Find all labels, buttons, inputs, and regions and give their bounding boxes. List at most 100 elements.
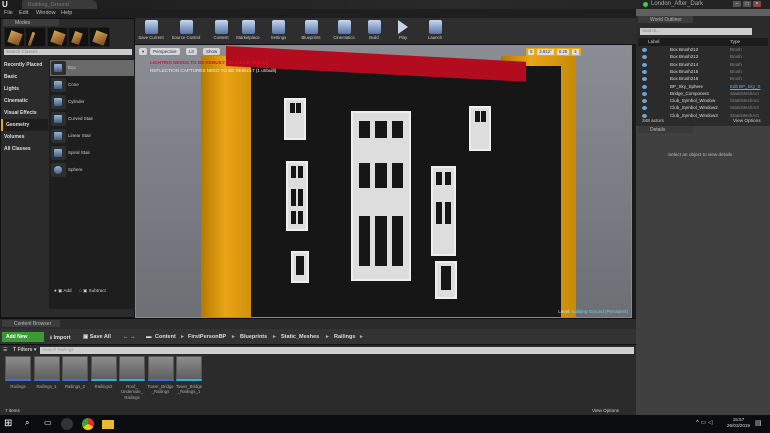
category-visual-effects[interactable]: Visual Effects — [1, 107, 48, 119]
visibility-eye-icon[interactable] — [642, 77, 647, 82]
foliage-mode-icon[interactable] — [68, 27, 89, 47]
asset-thumbnail[interactable] — [62, 356, 88, 381]
geometry-mode-icon[interactable] — [89, 27, 110, 47]
maximize-button[interactable]: □ — [743, 1, 751, 7]
outliner-row[interactable]: BP_Sky_Sphere Edit BP_Sky_S — [638, 84, 764, 91]
unreal-engine-taskbar-icon[interactable] — [61, 418, 73, 430]
outliner-row[interactable]: Box Brush212 Brush — [638, 47, 764, 54]
class-item-curved-stair[interactable]: Curved Stair — [50, 111, 134, 127]
details-tab[interactable]: Details — [638, 126, 693, 133]
settings-button[interactable]: Settings — [266, 19, 291, 43]
source-control-button[interactable]: Source Control — [168, 19, 204, 43]
cb-view-options-button[interactable]: View Options — [592, 408, 619, 413]
level-viewport[interactable]: ▾ Perspective Lit Show 5 2.812° 0.25 4 L… — [135, 45, 632, 318]
outliner-row[interactable]: Box Brush213 Brush — [638, 54, 764, 61]
outliner-row[interactable]: Club_Symbol_Window2 StaticMeshAct — [638, 105, 764, 112]
save-current-button[interactable]: Save Current — [136, 19, 166, 43]
show-button[interactable]: Show — [203, 48, 221, 55]
world-outliner-tab[interactable]: World Outliner — [638, 16, 693, 23]
file-explorer-icon[interactable] — [102, 420, 114, 429]
menu-window[interactable]: Window — [36, 10, 56, 16]
scale-snap-value[interactable]: 0.25 — [556, 49, 570, 55]
marketplace-button[interactable]: Marketplace — [233, 19, 263, 43]
outliner-row[interactable]: Club_Symbol_Window StaticMeshAct — [638, 98, 764, 105]
class-item-linear-stair[interactable]: Linear Stair — [50, 128, 134, 144]
visibility-eye-icon[interactable] — [642, 99, 647, 104]
viewport-options-button[interactable]: ▾ — [139, 48, 148, 55]
perspective-button[interactable]: Perspective — [150, 48, 180, 55]
landscape-mode-icon[interactable] — [47, 27, 68, 47]
category-geometry[interactable]: Geometry — [1, 119, 48, 131]
import-button[interactable]: ⭳ Import — [50, 334, 71, 343]
col-label[interactable]: Label — [648, 39, 659, 44]
filters-button[interactable]: T Filters ▾ — [13, 347, 36, 353]
category-basic[interactable]: Basic — [1, 71, 48, 83]
add-radio[interactable]: ● ▣ Add — [54, 288, 72, 294]
category-recently-placed[interactable]: Recently Placed — [1, 59, 48, 71]
content-button[interactable]: Content — [210, 19, 232, 43]
chrome-icon[interactable] — [82, 418, 94, 430]
asset-thumbnail[interactable] — [90, 356, 117, 381]
content-browser-tab[interactable]: Content Browser — [2, 320, 60, 327]
asset-thumbnail[interactable] — [33, 356, 60, 381]
blueprints-button[interactable]: Blueprints — [295, 19, 327, 43]
clock[interactable]: 15:57 26/03/2019 — [727, 417, 750, 429]
outliner-row[interactable]: Box Brush214 Brush — [638, 62, 764, 69]
visibility-eye-icon[interactable] — [642, 84, 647, 89]
outliner-row[interactable]: Box Brush216 Brush — [638, 76, 764, 83]
visibility-eye-icon[interactable] — [642, 48, 647, 52]
category-all-classes[interactable]: All Classes — [1, 143, 48, 155]
category-cinematic[interactable]: Cinematic — [1, 95, 48, 107]
modes-tab[interactable]: Modes — [3, 19, 59, 26]
windows-start-icon[interactable]: ⊞ — [4, 418, 16, 430]
build-button[interactable]: Build — [363, 19, 385, 43]
paint-mode-icon[interactable] — [25, 27, 46, 47]
category-lights[interactable]: Lights — [1, 83, 48, 95]
breadcrumb-static-meshes[interactable]: Static_Meshes — [281, 334, 319, 340]
tray-icons[interactable]: ^ ▭ ◁ — [696, 419, 712, 426]
asset-thumbnail[interactable] — [176, 356, 202, 381]
close-button[interactable]: × — [753, 1, 761, 7]
cinematics-button[interactable]: Cinematics — [328, 19, 360, 43]
lit-button[interactable]: Lit — [186, 48, 197, 55]
visibility-eye-icon[interactable] — [642, 106, 647, 111]
subtract-radio[interactable]: ○ ▣ Subtract — [79, 288, 106, 294]
outliner-row[interactable]: Box Brush215 Brush — [638, 69, 764, 76]
grid-snap-value[interactable]: 5 — [528, 49, 535, 55]
rotation-snap-value[interactable]: 2.812° — [537, 49, 554, 55]
breadcrumb-blueprints[interactable]: Blueprints — [240, 334, 267, 340]
play-button[interactable]: Play — [393, 19, 413, 43]
class-item-cylinder[interactable]: Cylinder — [50, 94, 134, 110]
outliner-row[interactable]: Bridge_Component StaticMeshAct — [638, 91, 764, 98]
visibility-eye-icon[interactable] — [642, 55, 647, 60]
category-volumes[interactable]: Volumes — [1, 131, 48, 143]
asset-thumbnail[interactable] — [5, 356, 31, 381]
breadcrumb-firstpersonbp[interactable]: FirstPersonBP — [188, 334, 226, 340]
visibility-eye-icon[interactable] — [642, 91, 647, 96]
camera-speed-value[interactable]: 4 — [572, 49, 579, 55]
notifications-icon[interactable]: ▤ — [755, 419, 762, 427]
menu-edit[interactable]: Edit — [19, 10, 28, 16]
asset-thumbnail[interactable] — [119, 356, 145, 381]
place-mode-icon[interactable] — [4, 27, 25, 47]
view-options-button[interactable]: View Options — [733, 118, 761, 123]
breadcrumb-railings[interactable]: Railings — [334, 334, 355, 340]
minimize-button[interactable]: – — [733, 1, 741, 7]
search-icon[interactable]: ⌕ — [25, 418, 37, 430]
level-tab[interactable]: Building_Ground — [22, 0, 97, 9]
launch-button[interactable]: Launch — [423, 19, 447, 43]
add-new-button[interactable]: Add New — [2, 332, 44, 342]
visibility-eye-icon[interactable] — [642, 62, 647, 67]
breadcrumb-content[interactable]: Content — [155, 334, 176, 340]
search-classes-input[interactable]: Search Classes — [4, 49, 132, 55]
class-item-box[interactable]: Box — [50, 60, 134, 76]
search-railings-input[interactable]: Search Railings — [40, 347, 634, 354]
save-all-button[interactable]: ▣ Save All — [83, 334, 111, 340]
visibility-eye-icon[interactable] — [642, 69, 647, 74]
class-item-spiral-stair[interactable]: Spiral Stair — [50, 145, 134, 161]
task-view-icon[interactable]: ▭ — [44, 418, 56, 430]
menu-file[interactable]: File — [4, 10, 13, 16]
sources-toggle-icon[interactable]: ☰ — [3, 347, 7, 353]
outliner-search-input[interactable]: Search... — [640, 28, 752, 35]
asset-thumbnail[interactable] — [147, 356, 174, 381]
